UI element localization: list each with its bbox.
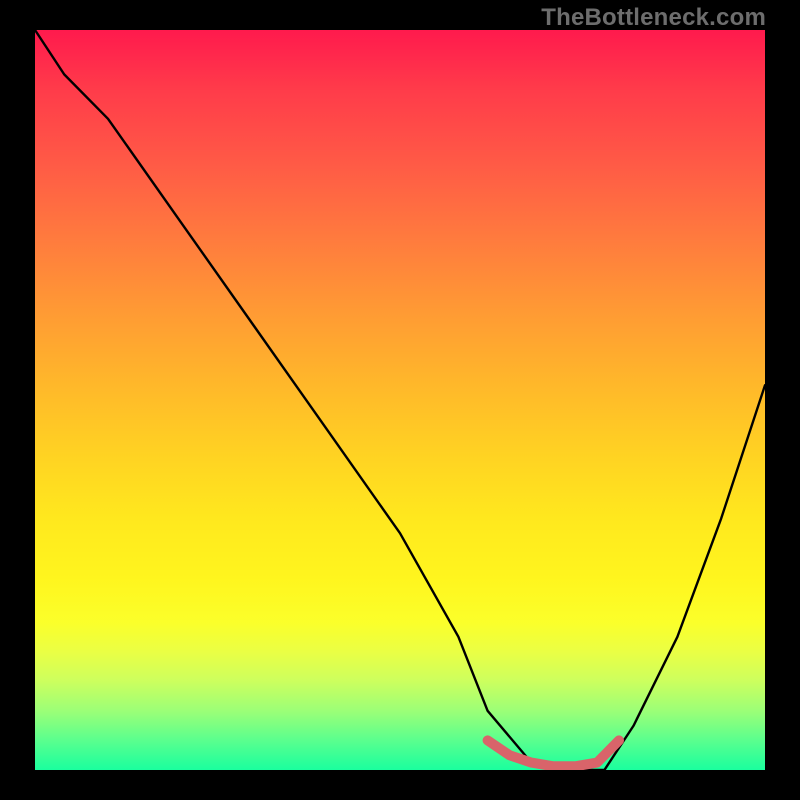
chart-frame: TheBottleneck.com: [0, 0, 800, 800]
bottleneck-curve: [35, 30, 765, 770]
curve-layer: [35, 30, 765, 770]
optimal-range-highlight: [488, 740, 619, 766]
plot-area: [35, 30, 765, 770]
watermark-text: TheBottleneck.com: [541, 4, 766, 32]
